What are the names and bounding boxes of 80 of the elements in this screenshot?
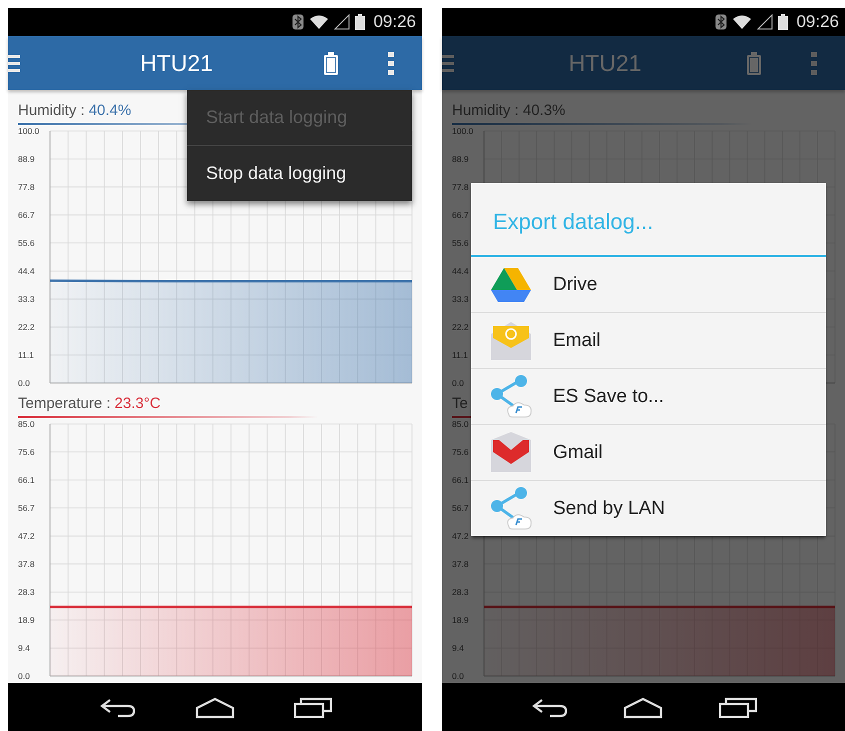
menu-icon[interactable] (8, 54, 20, 72)
share-option[interactable]: Drive (471, 257, 826, 312)
share-option[interactable]: ES Save to... (471, 368, 826, 424)
menu-item[interactable]: Stop data logging (187, 145, 412, 201)
dialog-title: Export datalog... (492, 208, 654, 236)
axis-tick-label: 44.4 (18, 266, 35, 276)
share-cloud-icon (489, 374, 533, 418)
reading-value: 23.3°C (114, 395, 161, 412)
axis-tick-label: 75.6 (452, 446, 469, 457)
axis-tick-label: 37.8 (452, 558, 469, 569)
axis-tick-label: 77.8 (18, 182, 35, 192)
share-cloud-icon (489, 486, 533, 530)
chart-label: Humidity : 40.3% (452, 102, 566, 119)
app-title: HTU21 (139, 50, 214, 76)
battery-icon[interactable] (323, 52, 339, 74)
back-icon[interactable] (98, 696, 136, 718)
axis-tick-label: 11.1 (18, 350, 34, 360)
wifi-icon (732, 14, 752, 30)
chart-label: Te (452, 395, 468, 412)
axis-tick-label: 88.9 (452, 154, 469, 164)
bluetooth-icon (292, 14, 304, 30)
axis-tick-label: 77.8 (452, 182, 469, 192)
axis-tick-label: 100.0 (18, 126, 40, 136)
clock-time: 09:26 (373, 12, 416, 32)
more-options-icon[interactable] (388, 52, 394, 74)
envelope-icon (489, 320, 533, 362)
home-icon[interactable] (623, 696, 664, 718)
signal-icon (334, 14, 350, 30)
axis-tick-label: 9.4 (452, 643, 464, 654)
share-option[interactable]: Send by LAN (471, 480, 826, 536)
axis-tick-label: 55.6 (452, 238, 469, 248)
axis-tick-label: 37.8 (18, 558, 35, 569)
axis-tick-label: 75.6 (18, 446, 35, 457)
axis-tick-label: 22.2 (452, 322, 469, 332)
axis-tick-label: 18.9 (452, 614, 469, 625)
battery-icon (355, 14, 366, 30)
axis-tick-label: 66.1 (18, 475, 35, 486)
axis-tick-label: 11.1 (452, 350, 468, 360)
axis-tick-label: 66.1 (452, 475, 469, 486)
axis-tick-label: 9.4 (18, 643, 30, 654)
reading-value: 40.4% (88, 102, 132, 119)
battery-icon[interactable] (746, 52, 762, 74)
axis-tick-label: 66.7 (452, 210, 469, 220)
home-icon[interactable] (194, 696, 235, 718)
axis-tick-label: 28.3 (452, 587, 469, 598)
chart-label: Humidity : (18, 102, 85, 119)
axis-tick-label: 18.9 (18, 614, 35, 625)
share-option[interactable]: Email (471, 312, 826, 368)
axis-tick-label: 0.0 (18, 378, 30, 387)
axis-tick-label: 33.3 (18, 294, 35, 304)
axis-tick-label: 85.0 (452, 419, 469, 429)
wifi-icon (309, 14, 330, 30)
axis-tick-label: 100.0 (452, 126, 474, 136)
app-title: HTU21 (568, 50, 642, 76)
axis-tick-label: 88.9 (18, 154, 35, 164)
signal-icon (757, 14, 774, 30)
recent-apps-icon[interactable] (294, 696, 332, 718)
clock-time: 09:26 (796, 12, 839, 32)
axis-tick-label: 56.7 (452, 502, 469, 513)
envelope-icon (489, 432, 533, 474)
axis-tick-label: 44.4 (452, 266, 469, 276)
axis-tick-label: 55.6 (18, 238, 35, 248)
axis-tick-label: 22.2 (18, 322, 35, 332)
axis-tick-label: 0.0 (452, 378, 464, 387)
battery-icon (778, 14, 788, 30)
axis-tick-label: 0.0 (18, 671, 30, 680)
axis-tick-label: 33.3 (452, 294, 469, 304)
axis-tick-label: 66.7 (18, 210, 35, 220)
axis-tick-label: 47.2 (452, 531, 469, 542)
axis-tick-label: 56.7 (18, 502, 35, 513)
axis-tick-label: 0.0 (452, 671, 464, 680)
chart-label: Temperature : (18, 395, 111, 412)
triangle-logo-icon (489, 266, 533, 304)
axis-tick-label: 28.3 (18, 587, 35, 598)
share-option[interactable]: Gmail (471, 424, 826, 480)
back-icon[interactable] (530, 696, 568, 718)
recent-apps-icon[interactable] (719, 696, 758, 718)
axis-tick-label: 85.0 (18, 419, 35, 429)
bluetooth-icon (715, 14, 728, 30)
axis-tick-label: 47.2 (18, 531, 35, 542)
